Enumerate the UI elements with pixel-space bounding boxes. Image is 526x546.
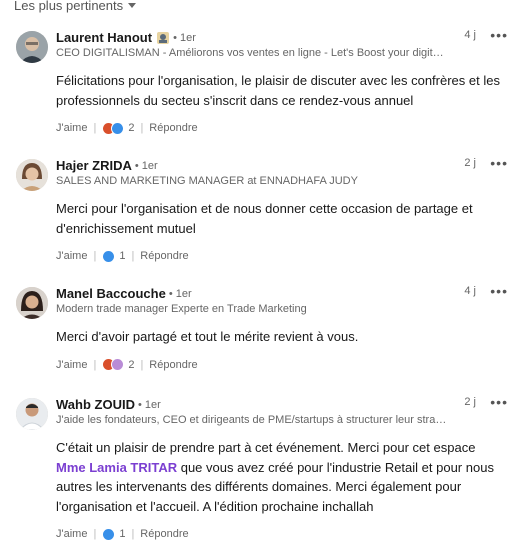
commenter-name[interactable]: Manel Baccouche (56, 286, 166, 301)
premium-badge-icon (156, 31, 170, 45)
comment-text-part: C'était un plaisir de prendre part à cet… (56, 440, 476, 455)
divider: | (131, 250, 135, 262)
avatar[interactable] (16, 398, 48, 430)
connection-degree: • 1er (173, 31, 196, 44)
commenter-headline: J'aide les fondateurs, CEO et dirigeants… (56, 414, 447, 426)
reactions-summary[interactable]: 1 (102, 249, 126, 263)
like-button[interactable]: J'aime (56, 250, 87, 262)
more-options-icon[interactable]: ••• (490, 27, 508, 43)
like-button[interactable]: J'aime (56, 122, 87, 134)
comment-text: Merci pour l'organisation et de nous don… (56, 201, 473, 236)
like-button[interactable]: J'aime (56, 528, 87, 540)
divider: | (131, 528, 135, 540)
comment-text: Félicitations pour l'organisation, le pl… (56, 73, 500, 108)
more-options-icon[interactable]: ••• (490, 394, 508, 410)
commenter-headline: SALES AND MARKETING MANAGER at ENNADHAFA… (56, 175, 358, 187)
reactions-summary[interactable]: 1 (102, 527, 126, 541)
divider: | (93, 528, 97, 540)
avatar[interactable] (16, 159, 48, 191)
connection-degree: • 1er (134, 159, 158, 172)
more-options-icon[interactable]: ••• (490, 155, 508, 171)
divider: | (140, 358, 144, 371)
like-icon (102, 249, 116, 263)
comment-text: C'était un plaisir de prendre part à cet… (56, 438, 506, 516)
reply-button[interactable]: Répondre (140, 528, 188, 540)
comment-text: Merci d'avoir partagé et tout le mérite … (56, 329, 359, 344)
divider: | (93, 250, 97, 262)
avatar[interactable] (16, 31, 48, 63)
reaction-count: 1 (119, 250, 126, 262)
reaction-count: 2 (128, 122, 135, 134)
like-icon (102, 527, 116, 541)
like-icon (111, 121, 125, 135)
divider: | (93, 122, 97, 134)
comments-list: Laurent Hanout • 1er CEO DIGITALISMAN - … (0, 0, 526, 546)
like-button[interactable]: J'aime (56, 359, 87, 371)
avatar[interactable] (16, 287, 48, 319)
reactions-summary[interactable]: 2 (102, 358, 134, 371)
commenter-headline: Modern trade manager Experte en Trade Ma… (56, 303, 307, 315)
reaction-count: 2 (128, 358, 135, 371)
reaction-count: 1 (119, 528, 126, 540)
comment-time: 2 j (464, 157, 476, 169)
divider: | (140, 122, 144, 134)
connection-degree: • 1er (137, 398, 161, 411)
more-options-icon[interactable]: ••• (490, 283, 508, 299)
comment-time: 4 j (464, 285, 476, 297)
commenter-name[interactable]: Hajer ZRIDA (56, 158, 132, 173)
connection-degree: • 1er (168, 287, 192, 300)
commenter-name[interactable]: Wahb ZOUID (56, 397, 135, 412)
reply-button[interactable]: Répondre (140, 250, 188, 262)
comment-time: 4 j (464, 29, 476, 41)
divider: | (93, 358, 97, 371)
reactions-summary[interactable]: 2 (102, 121, 135, 135)
mention-link[interactable]: Mme Lamia TRITAR (56, 460, 177, 475)
commenter-headline: CEO DIGITALISMAN - Améliorons vos ventes… (56, 47, 444, 59)
comment-time: 2 j (464, 396, 476, 408)
support-icon (111, 358, 125, 371)
commenter-name[interactable]: Laurent Hanout (56, 30, 152, 45)
reply-button[interactable]: Répondre (149, 122, 197, 134)
reply-button[interactable]: Répondre (149, 359, 197, 371)
